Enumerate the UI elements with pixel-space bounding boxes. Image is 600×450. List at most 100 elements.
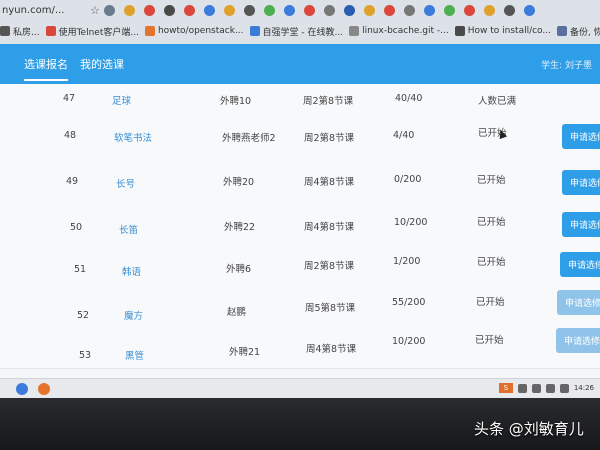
- extension-icon[interactable]: [243, 4, 255, 16]
- table-row: 48 软笔书法 外聘燕老师2 周2第8节课 4/40 已开始 申请选修: [0, 112, 600, 157]
- page-icon: [557, 26, 567, 36]
- course-name[interactable]: 魔方: [124, 308, 143, 322]
- course-name[interactable]: 足球: [112, 93, 131, 107]
- extension-icon[interactable]: [303, 4, 315, 16]
- bookmark-item[interactable]: 使用Telnet客户端...: [45, 25, 139, 38]
- extension-icon[interactable]: [163, 4, 175, 16]
- table-row: 51 韩语 外聘6 周2第8节课 1/200 已开始 申请选修: [0, 246, 600, 287]
- course-enrolled: 1/200: [393, 256, 421, 267]
- tray-icon[interactable]: [545, 383, 555, 393]
- tray-icon[interactable]: [559, 383, 569, 393]
- clock: 14:26: [573, 384, 594, 392]
- course-id: 53: [79, 350, 92, 361]
- browser-icon[interactable]: [38, 383, 50, 395]
- extension-icon[interactable]: [223, 4, 235, 16]
- bookmark-item[interactable]: 备份, 恢复, 迁移...: [557, 25, 600, 38]
- course-name[interactable]: 软笔书法: [114, 130, 152, 144]
- course-enrolled: 10/200: [392, 336, 426, 347]
- bookmark-star-icon[interactable]: ☆: [90, 4, 100, 17]
- course-enrolled: 55/200: [392, 297, 426, 308]
- page-icon: [249, 26, 260, 36]
- course-status: 已开始: [477, 217, 506, 228]
- course-id: 48: [64, 130, 77, 141]
- course-id: 52: [77, 310, 90, 321]
- course-enrolled: 0/200: [394, 174, 422, 185]
- extension-icon[interactable]: [283, 4, 295, 16]
- course-table: 47 足球 外聘10 周2第8节课 40/40 人数已满 48 软笔书法 外聘燕…: [0, 84, 600, 384]
- apply-course-button[interactable]: 申请选修: [562, 170, 600, 195]
- extension-icon[interactable]: [323, 4, 335, 16]
- address-row: nyun.com/... ☆: [0, 0, 600, 20]
- apply-course-button[interactable]: 申请选修: [557, 290, 600, 315]
- apply-course-button[interactable]: 申请选修: [562, 124, 600, 149]
- course-status: 已开始: [477, 257, 506, 268]
- bookmark-item[interactable]: 自强学堂 - 在线教...: [249, 25, 343, 38]
- chrome-icon[interactable]: [16, 383, 28, 395]
- tray-icon[interactable]: [531, 383, 541, 393]
- course-id: 47: [63, 93, 76, 104]
- os-taskbar: S 14:26: [0, 378, 600, 398]
- extension-icons: [103, 4, 535, 16]
- extension-icon[interactable]: [123, 4, 135, 16]
- watermark-text: 头条 @刘敏育儿: [474, 420, 584, 438]
- course-time: 周5第8节课: [305, 303, 356, 314]
- course-status: 已开始: [476, 297, 505, 308]
- browser-chrome: nyun.com/... ☆ 私房... 使用Telnet客户端... howt…: [0, 0, 600, 44]
- table-row: 47 足球 外聘10 周2第8节课 40/40 人数已满: [0, 84, 600, 113]
- bookmark-item[interactable]: howto/openstack...: [144, 26, 244, 36]
- tray-icon[interactable]: [517, 383, 527, 393]
- extension-icon[interactable]: [183, 4, 195, 16]
- bookmark-item[interactable]: How to install/co...: [454, 26, 551, 36]
- course-enrolled: 10/200: [394, 217, 428, 228]
- extension-icon[interactable]: [463, 4, 475, 16]
- ime-icon[interactable]: S: [498, 383, 513, 393]
- extension-icon[interactable]: [423, 4, 435, 16]
- course-teacher: 外聘6: [226, 264, 252, 275]
- extension-icon[interactable]: [363, 4, 375, 16]
- course-teacher: 外聘10: [220, 96, 252, 107]
- course-time: 周2第8节课: [304, 133, 355, 144]
- tab-my-courses[interactable]: 我的选课: [80, 56, 124, 72]
- course-name[interactable]: 黑管: [125, 348, 144, 362]
- course-teacher: 赵鹏: [227, 307, 247, 318]
- apply-course-button[interactable]: 申请选修: [560, 252, 600, 277]
- course-teacher: 外聘21: [229, 347, 261, 358]
- apply-course-button[interactable]: 申请选修: [562, 212, 600, 237]
- extension-icon[interactable]: [343, 4, 355, 16]
- extension-icon[interactable]: [143, 4, 155, 16]
- extension-icon[interactable]: [503, 4, 515, 16]
- app-nav-bar: 选课报名 我的选课 学生: 刘子墨: [0, 44, 600, 84]
- extension-icon[interactable]: [523, 4, 535, 16]
- course-enrolled: 40/40: [395, 93, 423, 104]
- course-status: 已开始: [477, 175, 506, 186]
- student-name: 学生: 刘子墨: [541, 61, 592, 71]
- course-name[interactable]: 长笛: [119, 222, 138, 236]
- course-teacher: 外聘20: [223, 177, 255, 188]
- apply-course-button[interactable]: 申请选修: [556, 328, 600, 353]
- course-name[interactable]: 韩语: [122, 264, 141, 278]
- bookmarks-bar: 私房... 使用Telnet客户端... howto/openstack... …: [0, 20, 600, 42]
- page-icon: [454, 26, 465, 36]
- course-id: 51: [74, 264, 87, 275]
- extension-icon[interactable]: [443, 4, 455, 16]
- bookmark-item[interactable]: linux-bcache.git -...: [349, 26, 449, 36]
- bookmark-item[interactable]: 私房...: [0, 25, 40, 38]
- bookmark-icon: [0, 26, 10, 36]
- course-teacher: 外聘22: [224, 222, 256, 233]
- extension-icon[interactable]: [403, 4, 415, 16]
- course-enrolled: 4/40: [393, 130, 415, 141]
- extension-icon[interactable]: [483, 4, 495, 16]
- tab-course-signup[interactable]: 选课报名: [24, 56, 68, 81]
- extension-icon[interactable]: [383, 4, 395, 16]
- course-name[interactable]: 长号: [116, 176, 135, 190]
- extension-icon[interactable]: [263, 4, 275, 16]
- monitor-screen: nyun.com/... ☆ 私房... 使用Telnet客户端... howt…: [0, 0, 600, 398]
- course-time: 周2第8节课: [303, 96, 354, 107]
- table-row: 53 黑管 外聘21 周4第8节课 10/200 已开始 申请选修: [0, 326, 600, 369]
- course-time: 周4第8节课: [304, 222, 355, 233]
- course-teacher: 外聘燕老师2: [222, 133, 276, 144]
- address-bar[interactable]: nyun.com/...: [2, 5, 90, 16]
- extension-icon[interactable]: [203, 4, 215, 16]
- extension-icon[interactable]: [103, 4, 115, 16]
- table-row: 52 魔方 赵鹏 周5第8节课 55/200 已开始 申请选修: [0, 286, 600, 327]
